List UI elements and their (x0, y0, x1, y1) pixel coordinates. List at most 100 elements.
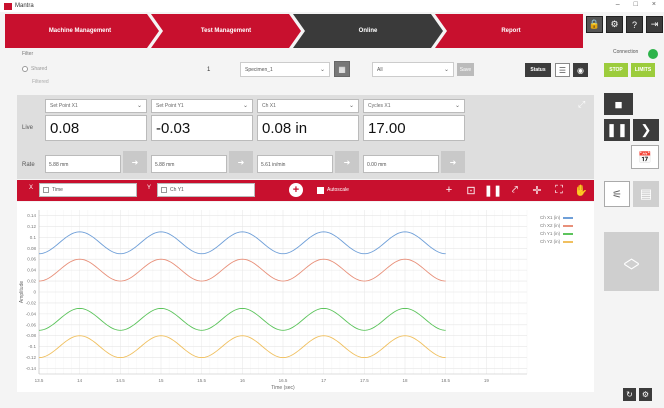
channel-select-value: Set Point Y1 (156, 103, 184, 109)
channel-select-value: Set Point X1 (50, 103, 78, 109)
list-view-button[interactable]: ☰ (555, 63, 570, 77)
rate-label: Rate (22, 162, 35, 168)
graph-toolbar: X Time Y Ch Y1 + Autoscale + ⊡ ❚❚ ⤤ ✛ ⛶ … (17, 180, 594, 201)
maximize-icon[interactable]: □ (634, 1, 638, 8)
workflow-step-machine-management[interactable]: Machine Management (5, 14, 155, 48)
live-value: -0.03 (151, 115, 253, 141)
add-channel-button[interactable]: + (289, 183, 303, 197)
rate-input[interactable]: 0.00 mm (363, 155, 439, 173)
y-tick-label: 0.06 (27, 257, 36, 262)
autoscale-label: Autoscale (327, 187, 349, 193)
chevron-down-icon: ⌄ (242, 103, 248, 109)
x-axis-field[interactable]: Time (39, 183, 137, 197)
live-tile: Cycles X1 ⌄ 17.00 0.00 mm ➜ (363, 99, 465, 173)
channel-select-value: Cycles X1 (368, 103, 391, 109)
y-tick-label: 0.02 (27, 279, 36, 284)
y-tick-label: 0.08 (27, 246, 36, 251)
channel-select[interactable]: Cycles X1 ⌄ (363, 99, 465, 113)
channel-select[interactable]: Ch X1 ⌄ (257, 99, 359, 113)
jog-control[interactable]: ︿ ﹀ (604, 241, 659, 291)
live-value: 0.08 in (257, 115, 359, 141)
limits-button[interactable]: LIMITS (631, 63, 655, 77)
chart-legend: Ch X1 (in) Ch X2 (in) Ch Y1 (in) Ch Y2 (… (540, 215, 574, 247)
eye-icon[interactable]: ◉ (573, 63, 588, 77)
legend-swatch (563, 224, 574, 227)
app-window: Mantra – □ × Machine Management Test Man… (0, 0, 664, 408)
calendar-icon[interactable]: 📅 (631, 145, 659, 169)
settings-icon[interactable]: ⚙ (639, 388, 652, 401)
workflow-bar: Machine Management Test Management Onlin… (5, 14, 583, 48)
chart-settings-icon[interactable]: ⚟ (604, 181, 630, 207)
autoscale-checkbox[interactable] (317, 187, 324, 194)
apply-rate-button[interactable]: ➜ (441, 151, 465, 173)
settings-icon[interactable]: ⚙ (606, 16, 623, 33)
apply-rate-button[interactable]: ➜ (229, 151, 253, 173)
refresh-icon[interactable]: ↻ (623, 388, 636, 401)
specimen-select[interactable]: Specimen_1 ⌄ (240, 62, 330, 77)
legend-swatch (563, 216, 574, 219)
close-icon[interactable]: × (652, 1, 656, 8)
all-select[interactable]: All ⌄ (372, 62, 454, 77)
minimize-icon[interactable]: – (616, 1, 620, 8)
channel-select[interactable]: Set Point Y1 ⌄ (151, 99, 253, 113)
crosshair-icon[interactable]: + (442, 182, 456, 198)
chevron-down-icon: ⌄ (319, 67, 325, 73)
apply-rate-button[interactable]: ➜ (335, 151, 359, 173)
x-axis-field-value: Time (52, 187, 63, 193)
legend-swatch (563, 232, 574, 235)
stop-test-button[interactable]: ■ (604, 93, 633, 115)
shared-radio-row[interactable]: Shared (22, 66, 47, 72)
x-tick-label: 16 (240, 378, 246, 383)
legend-label: Ch Y1 (in) (540, 231, 561, 236)
lock-icon[interactable]: 🔒 (586, 16, 603, 33)
zoom-extents-icon[interactable]: ⛶ (552, 182, 566, 198)
help-icon[interactable]: ? (626, 16, 643, 33)
title-bar: Mantra – □ × (0, 0, 664, 12)
y-axis-label: Y (147, 185, 152, 191)
rate-input[interactable]: 5.61 in/min (257, 155, 333, 173)
y-tick-label: 0.14 (27, 213, 36, 218)
legend-item: Ch X1 (in) (540, 215, 574, 220)
pause-button[interactable]: ❚❚ (604, 119, 630, 141)
rate-input[interactable]: 5.88 mm (151, 155, 227, 173)
bottom-toolbar: ↻ ⚙ (623, 388, 652, 401)
cursor-icon[interactable]: ✛ (530, 182, 544, 198)
filter-label: Filter (22, 51, 34, 57)
play-button[interactable]: ❯ (633, 119, 659, 141)
all-select-value: All (377, 66, 383, 73)
status-button[interactable]: Status (525, 63, 551, 77)
x-tick-label: 14 (77, 378, 83, 383)
x-axis-label: X (29, 185, 34, 191)
hand-icon[interactable]: ✋ (574, 182, 588, 198)
connection-label: Connection (613, 49, 639, 55)
chevron-down-icon: ⌄ (443, 67, 449, 73)
workflow-step-report[interactable]: Report (439, 14, 583, 48)
y-tick-label: 0.1 (30, 235, 37, 240)
chevron-down-icon[interactable]: ﹀ (623, 264, 639, 280)
pause-chart-icon[interactable]: ❚❚ (484, 182, 502, 198)
pan-icon[interactable]: ⤤ (508, 182, 522, 198)
workflow-step-test-management[interactable]: Test Management (155, 14, 297, 48)
stop-button[interactable]: STOP (604, 63, 628, 77)
export-icon[interactable]: ▤ (633, 181, 659, 207)
channel-color-swatch (43, 187, 49, 193)
window-controls: – □ × (616, 1, 656, 8)
chevron-down-icon: ⌄ (136, 103, 142, 109)
expand-icon[interactable]: ⤢ (578, 99, 585, 110)
x-tick-label: 15 (158, 378, 164, 383)
save-button[interactable]: Save (457, 63, 474, 76)
live-value: 0.08 (45, 115, 147, 141)
logout-icon[interactable]: ⇥ (646, 16, 663, 33)
workflow-step-online[interactable]: Online (297, 14, 439, 48)
live-tile: Set Point X1 ⌄ 0.08 5.88 mm ➜ (45, 99, 147, 173)
channel-color-swatch (161, 187, 167, 193)
rate-input[interactable]: 5.88 mm (45, 155, 121, 173)
y-axis-field[interactable]: Ch Y1 (157, 183, 255, 197)
specimen-number: 1 (207, 67, 211, 73)
channel-select[interactable]: Set Point X1 ⌄ (45, 99, 147, 113)
apply-rate-button[interactable]: ➜ (123, 151, 147, 173)
shared-radio[interactable] (22, 66, 28, 72)
fit-chart-icon[interactable]: ⊡ (464, 182, 478, 198)
grid-view-button[interactable]: ▦ (334, 61, 350, 77)
live-tile: Ch X1 ⌄ 0.08 in 5.61 in/min ➜ (257, 99, 359, 173)
